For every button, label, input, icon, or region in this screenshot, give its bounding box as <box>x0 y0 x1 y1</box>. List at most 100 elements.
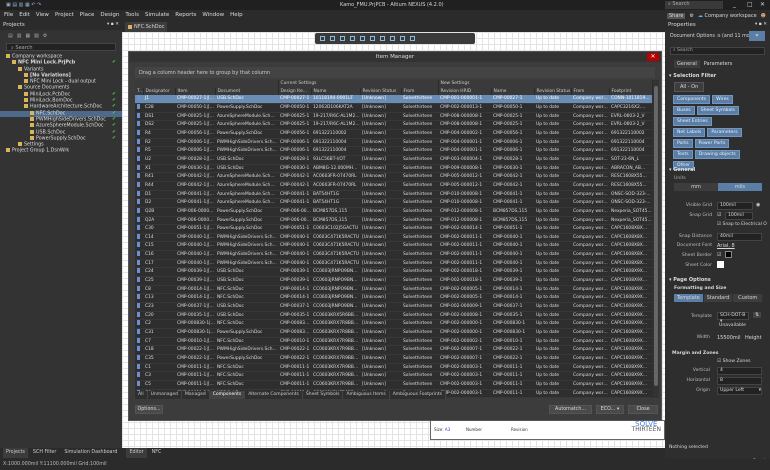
table-row[interactable]: C16CMP-00040-1|[C0...PWMHighSideDrivers.… <box>135 250 653 260</box>
table-row[interactable]: D1CMP-00041-1|[BA...AzureSphereModule.Sc… <box>135 190 653 200</box>
grid-visibility-icon[interactable]: ◉ <box>756 202 760 208</box>
maximize-button[interactable]: □ <box>747 1 753 8</box>
filter-chip[interactable]: Buses <box>673 106 695 115</box>
filter-button[interactable]: ⏷ <box>749 31 765 41</box>
close-window-button[interactable]: ✕ <box>760 1 765 8</box>
sheet-color-swatch[interactable] <box>717 261 724 268</box>
template-options-icon[interactable]: ⇅ <box>753 312 762 318</box>
automatch-button[interactable]: Automatch... <box>549 405 592 414</box>
shape-icon[interactable] <box>410 36 415 41</box>
filter-tab[interactable]: Alternate Components <box>245 391 303 399</box>
unit-mils[interactable]: mils <box>718 183 762 191</box>
column-header[interactable]: From <box>401 87 439 96</box>
tab-general[interactable]: General <box>674 60 700 68</box>
select-icon[interactable] <box>340 36 345 41</box>
share-button[interactable]: Share <box>667 12 686 19</box>
format-template[interactable]: Template <box>674 294 703 302</box>
menu-simulate[interactable]: Simulate <box>145 12 169 18</box>
filter-chip[interactable]: Sheet Entries <box>673 117 712 126</box>
snap-grid-input[interactable]: 100mil <box>725 212 753 220</box>
avatar[interactable]: ☻ <box>761 13 766 19</box>
filter-tab[interactable]: Ambiguous Items <box>343 391 390 399</box>
options-button[interactable]: Options... <box>135 405 163 414</box>
column-header[interactable]: Design Item ID <box>278 87 312 96</box>
grid-scrollbar[interactable] <box>653 80 659 398</box>
format-standard[interactable]: Standard <box>703 294 733 302</box>
horizontal-input[interactable]: 8 <box>717 377 762 385</box>
projects-toolbar[interactable]: ▤▥▦▧⚙ <box>0 30 122 40</box>
eco-button[interactable]: ECO... ▾ <box>596 405 624 414</box>
menu-file[interactable]: File <box>4 12 13 18</box>
column-header[interactable]: Name <box>311 87 361 96</box>
filter-tab[interactable]: Sheet Symbols <box>303 391 344 399</box>
table-row[interactable]: J1CMP-00027-1|[10...USB.SchDocCMP-00027-… <box>135 95 653 104</box>
table-row[interactable]: C2CMP-000830-1|[C...NFC.SchDocCMP-000830… <box>135 319 653 330</box>
filter-tab[interactable]: Unmanaged <box>148 391 182 399</box>
format-custom[interactable]: Custom <box>733 294 763 302</box>
snap-distance-input[interactable]: 40mil <box>717 233 762 241</box>
filter-tab[interactable]: All <box>135 391 148 399</box>
template-select[interactable]: SCH-DOT-B ▾ <box>717 312 749 324</box>
table-row[interactable]: Q2B CMP-006-0000-A... PowerSupply.SchDoc CM… <box>135 207 653 217</box>
table-row[interactable]: U2CMP-00028-1|[93...USB.SchDocCMP-00028-… <box>135 155 653 165</box>
table-row[interactable]: C25CMP-00039-1|[CC...USB.SchDocCMP-00039… <box>135 276 653 286</box>
tab-sch-filter[interactable]: SCH Filter <box>30 448 59 458</box>
table-row[interactable]: C3CMP-00011-1|[CC...NFC.SchDocCMP-00011-… <box>135 371 653 381</box>
gear-icon[interactable]: ⚙ <box>689 13 693 19</box>
table-row[interactable]: D2CMP-00041-1|[BA...AzureSphereModule.Sc… <box>135 198 653 208</box>
filter-tab[interactable]: Managed <box>182 391 210 399</box>
table-row[interactable]: C7CMP-00010-1|[CC...NFC.SchDocCMP-00010-… <box>135 337 653 347</box>
table-row[interactable]: C18CMP-00022-1|[CC...PWMHighSideDrivers.… <box>135 345 653 355</box>
column-header[interactable]: Revision Status <box>360 87 402 96</box>
filter-chip[interactable]: Texts <box>673 150 693 159</box>
wire-icon[interactable] <box>370 36 375 41</box>
column-header[interactable]: Item <box>175 87 216 96</box>
menu-tools[interactable]: Tools <box>125 12 139 18</box>
scrollbar-thumb[interactable] <box>654 86 658 386</box>
table-row[interactable]: C13CMP-00014-1|[CC...NFC.SchDocCMP-00014… <box>135 293 653 304</box>
table-row[interactable]: C14CMP-00040-1|[C0...PWMHighSideDrivers.… <box>135 233 653 243</box>
filter-chip[interactable]: Net Labels <box>673 128 706 137</box>
table-row[interactable]: R4CMP-00056-1|[69...PowerSupply.SchDocCM… <box>135 129 653 139</box>
workspace-button[interactable]: ☁ Company workspace <box>698 13 757 19</box>
power-icon[interactable] <box>390 36 395 41</box>
filter-icon[interactable] <box>320 36 325 41</box>
tab-editor[interactable]: Editor <box>126 448 147 458</box>
filter-chip[interactable]: Power Ports <box>694 139 730 148</box>
properties-search-input[interactable]: ⌕ Search <box>670 47 765 55</box>
table-row[interactable]: C15CMP-00040-1|[C0...PWMHighSideDrivers.… <box>135 241 653 252</box>
tree-item[interactable]: Project Group 1.DsnWrk <box>0 148 122 154</box>
document-font-link[interactable]: Arial, 8 <box>717 243 735 249</box>
table-row[interactable]: C31CMP-000830-1|[C...PowerSupply.SchDocC… <box>135 328 653 338</box>
group-by-area[interactable]: Drag a column header here to group by th… <box>135 67 655 78</box>
unit-mm[interactable]: mm <box>674 183 718 191</box>
panel-controls-icon[interactable]: ▾ ▪ ✕ <box>755 22 767 27</box>
menu-view[interactable]: View <box>36 12 49 18</box>
snap-electrical-checkbox[interactable]: ☑ Snap to Electrical O <box>717 222 767 227</box>
table-row[interactable]: R44CMP-00042-1|[AC...AzureSphereModule.S… <box>135 181 653 191</box>
filter-chip[interactable]: Parameters <box>707 128 742 137</box>
menu-edit[interactable]: Edit <box>19 12 30 18</box>
table-row[interactable]: DS2CMP-00025-1|[19-...AzureSphereModule.… <box>135 120 653 130</box>
visible-grid-input[interactable]: 100mil <box>717 202 753 210</box>
doc-tab-nfc[interactable]: NFC.SchDoc <box>125 22 168 32</box>
column-header[interactable]: Revision HRID <box>438 87 492 96</box>
column-header[interactable]: Ty... <box>135 87 144 96</box>
filter-tab[interactable]: Ambiguous Footprints <box>390 391 446 399</box>
filter-chip[interactable]: Components <box>673 95 711 104</box>
show-zones-checkbox[interactable]: ☑ Show Zones <box>717 359 751 364</box>
table-row[interactable]: C35CMP-00022-1|[CC...PowerSupply.SchDocC… <box>135 354 653 364</box>
tab-parameters[interactable]: Parameters <box>701 60 736 68</box>
menu-project[interactable]: Project <box>55 12 74 18</box>
table-row[interactable]: C5CMP-00011-1|[CC...NFC.SchDocCMP-00011-… <box>135 380 653 390</box>
dialog-close-button[interactable]: ✕ <box>647 53 659 61</box>
menu-help[interactable]: Help <box>230 12 243 18</box>
filter-tab[interactable]: Components <box>209 391 246 399</box>
filter-chip[interactable]: Drawing objects <box>694 150 740 159</box>
snap-grid-checkbox[interactable]: ☑ <box>717 212 721 218</box>
column-header[interactable]: Revision Status <box>534 87 572 96</box>
filter-chip[interactable]: Wires <box>712 95 733 104</box>
vertical-input[interactable]: 4 <box>717 367 762 375</box>
column-header[interactable]: Footprint <box>609 87 653 96</box>
text-icon[interactable] <box>400 36 405 41</box>
